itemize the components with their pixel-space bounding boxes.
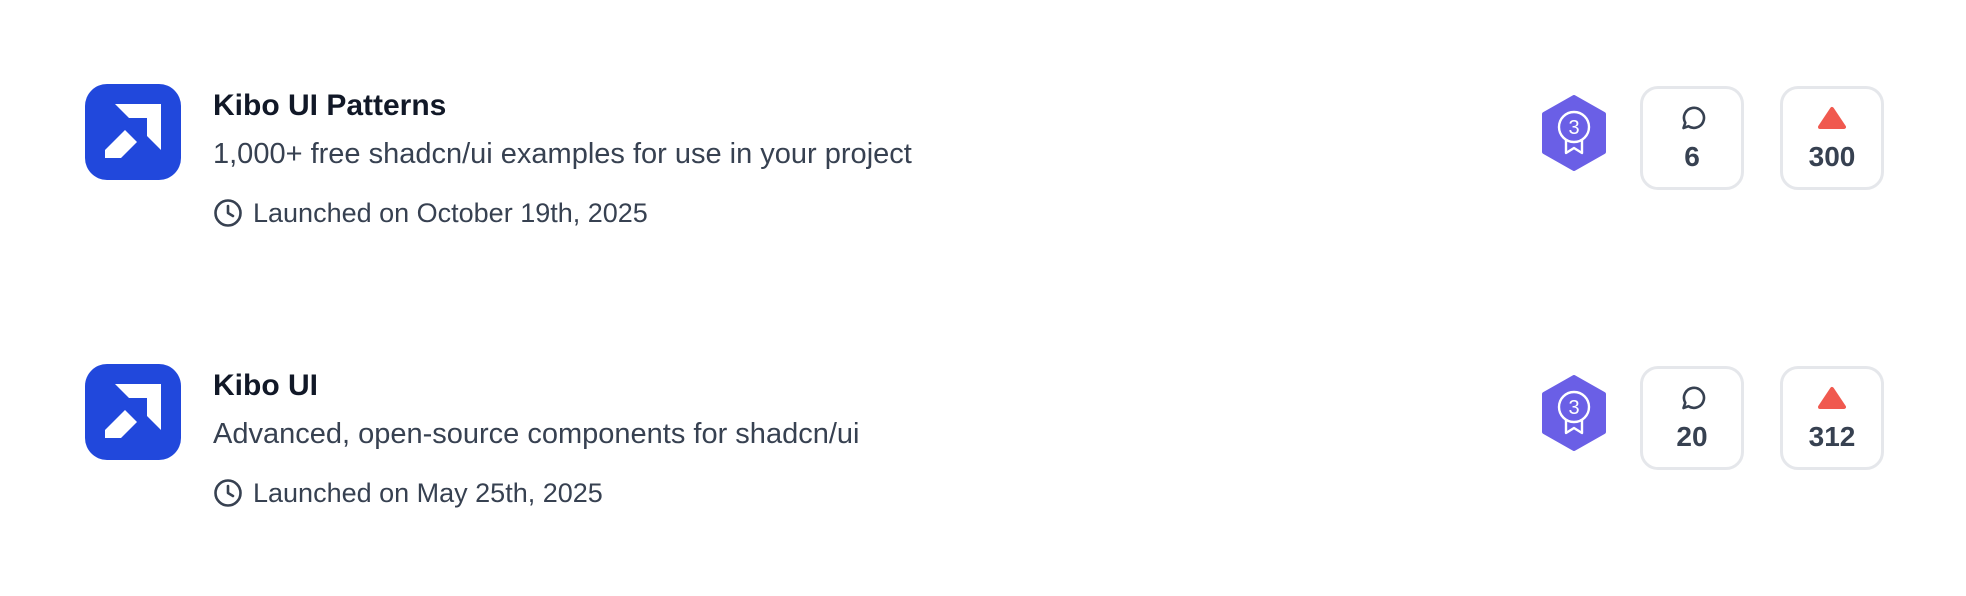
product-logo[interactable] xyxy=(85,364,181,460)
product-list: Kibo UI Patterns 1,000+ free shadcn/ui e… xyxy=(0,0,1966,596)
comments-count: 6 xyxy=(1684,141,1700,172)
badge-rank: 3 xyxy=(1568,117,1579,139)
arrow-up-right-icon xyxy=(105,104,161,158)
upvote-button[interactable]: 312 xyxy=(1780,366,1884,470)
rank-badge: 3 xyxy=(1540,375,1608,451)
launch-date: Launched on May 25th, 2025 xyxy=(213,477,603,509)
comments-button[interactable]: 6 xyxy=(1640,86,1744,190)
clock-icon xyxy=(214,479,242,507)
comments-button[interactable]: 20 xyxy=(1640,366,1744,470)
upvote-button[interactable]: 300 xyxy=(1780,86,1884,190)
arrow-up-right-icon xyxy=(105,384,161,438)
product-card[interactable]: Kibo UI Advanced, open-source components… xyxy=(85,364,1885,524)
product-card[interactable]: Kibo UI Patterns 1,000+ free shadcn/ui e… xyxy=(85,84,1885,244)
upvote-count: 300 xyxy=(1808,141,1856,172)
upvote-count: 312 xyxy=(1808,421,1856,452)
upvote-triangle-icon xyxy=(1818,107,1846,129)
clock-icon xyxy=(214,199,242,227)
rank-badge: 3 xyxy=(1540,95,1608,171)
message-circle-icon xyxy=(1682,106,1706,130)
product-logo[interactable] xyxy=(85,84,181,180)
product-title[interactable]: Kibo UI xyxy=(213,368,318,404)
badge-rank: 3 xyxy=(1568,397,1579,419)
message-circle-icon xyxy=(1682,386,1706,410)
product-tagline: Advanced, open-source components for sha… xyxy=(213,418,860,450)
upvote-triangle-icon xyxy=(1818,387,1846,409)
product-title[interactable]: Kibo UI Patterns xyxy=(213,88,446,124)
comments-count: 20 xyxy=(1676,421,1708,452)
product-tagline: 1,000+ free shadcn/ui examples for use i… xyxy=(213,138,912,170)
launch-date-text: Launched on May 25th, 2025 xyxy=(253,478,603,508)
launch-date-text: Launched on October 19th, 2025 xyxy=(253,198,648,228)
launch-date: Launched on October 19th, 2025 xyxy=(213,197,648,229)
